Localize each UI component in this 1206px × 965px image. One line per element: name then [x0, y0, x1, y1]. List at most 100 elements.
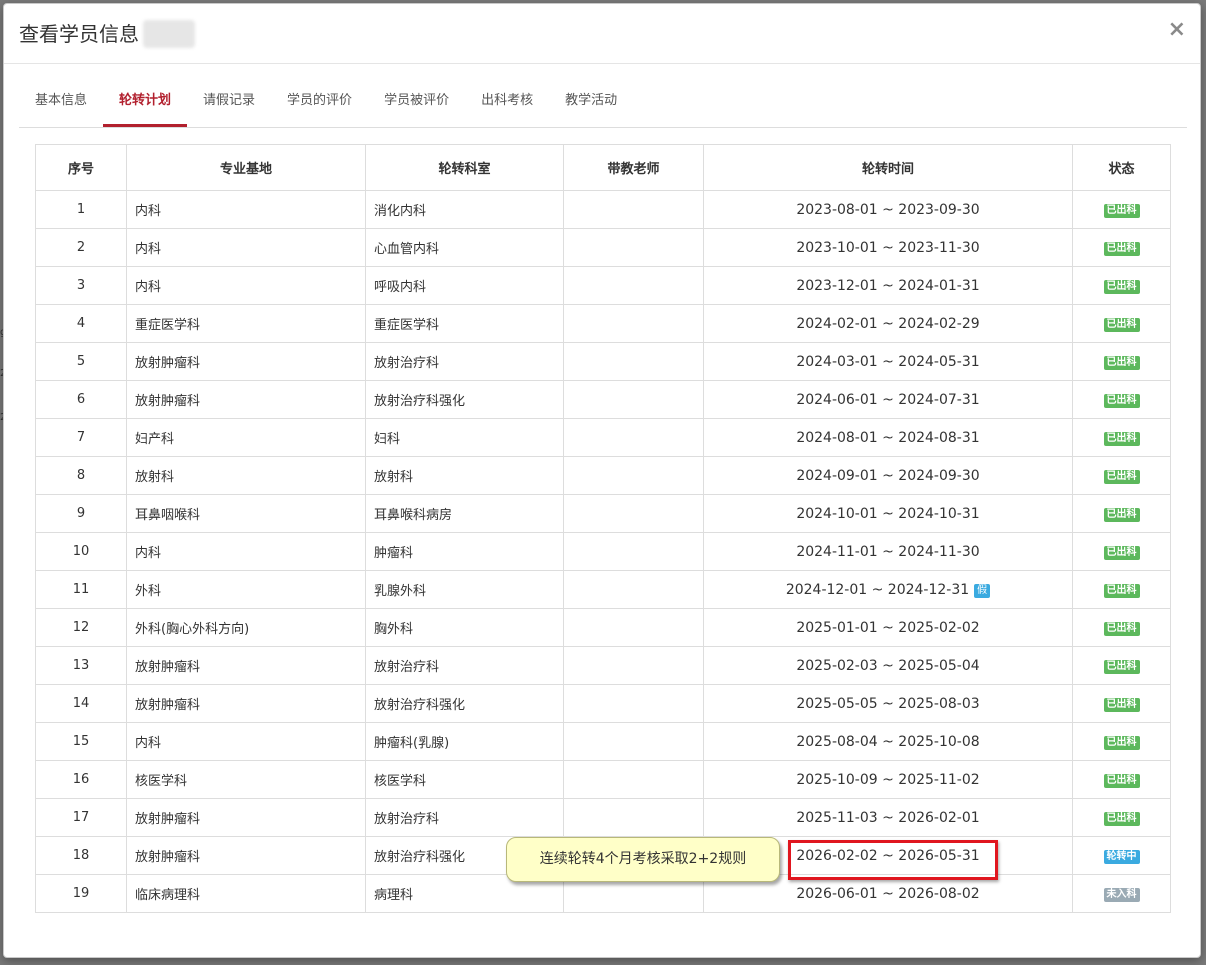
professional-base: 内科 [126, 532, 366, 571]
rotation-time: 2024-12-01 ~ 2024-12-31 [785, 581, 970, 598]
professional-base: 内科 [126, 190, 366, 229]
table-row: 8 放射科 放射科 2024-09-01 ~ 2024-09-30 已出科 [35, 456, 1171, 495]
status-badge: 已出科 [1103, 697, 1140, 712]
rotation-time-cell: 2024-12-01 ~ 2024-12-31 假 [703, 570, 1073, 609]
status-cell: 已出科 [1072, 228, 1171, 267]
rotation-time-cell: 2023-10-01 ~ 2023-11-30 [703, 228, 1073, 267]
professional-base: 放射肿瘤科 [126, 684, 366, 723]
tab-4[interactable]: 学员被评价 [368, 78, 465, 127]
status-badge: 已出科 [1103, 279, 1140, 294]
rotation-time: 2024-08-01 ~ 2024-08-31 [796, 429, 980, 446]
rotation-time-cell: 2025-10-09 ~ 2025-11-02 [703, 760, 1073, 799]
tab-0[interactable]: 基本信息 [19, 78, 103, 127]
tab-6[interactable]: 教学活动 [549, 78, 633, 127]
table-row: 16 核医学科 核医学科 2025-10-09 ~ 2025-11-02 已出科 [35, 760, 1171, 799]
rotation-time-cell: 2025-08-04 ~ 2025-10-08 [703, 722, 1073, 761]
rotation-time-cell: 2024-02-01 ~ 2024-02-29 [703, 304, 1073, 343]
status-badge: 已出科 [1103, 431, 1140, 446]
status-cell: 已出科 [1072, 798, 1171, 837]
table-row: 9 耳鼻咽喉科 耳鼻喉科病房 2024-10-01 ~ 2024-10-31 已出科 [35, 494, 1171, 533]
column-header: 轮转科室 [365, 144, 564, 191]
professional-base: 外科 [126, 570, 366, 609]
dialog-title: 查看学员信息 [19, 20, 195, 48]
tab-1[interactable]: 轮转计划 [103, 78, 188, 127]
rotation-time-cell: 2025-11-03 ~ 2026-02-01 [703, 798, 1073, 837]
status-badge: 已出科 [1103, 811, 1140, 826]
row-number: 19 [35, 874, 127, 913]
professional-base: 妇产科 [126, 418, 366, 457]
professional-base: 放射肿瘤科 [126, 836, 366, 875]
leave-badge[interactable]: 假 [974, 583, 991, 598]
row-number: 9 [35, 494, 127, 533]
blurred-student-name [143, 20, 195, 48]
rotation-time: 2023-08-01 ~ 2023-09-30 [796, 201, 980, 218]
status-cell: 已出科 [1072, 342, 1171, 381]
rotation-department: 放射治疗科 [365, 646, 564, 685]
teacher [563, 380, 704, 419]
status-cell: 已出科 [1072, 532, 1171, 571]
professional-base: 内科 [126, 228, 366, 267]
status-badge: 已出科 [1103, 545, 1140, 560]
teacher [563, 190, 704, 229]
table-row: 3 内科 呼吸内科 2023-12-01 ~ 2024-01-31 已出科 [35, 266, 1171, 305]
row-number: 15 [35, 722, 127, 761]
tab-3[interactable]: 学员的评价 [271, 78, 368, 127]
rotation-department: 放射治疗科 [365, 798, 564, 837]
teacher [563, 418, 704, 457]
rotation-time-cell: 2024-11-01 ~ 2024-11-30 [703, 532, 1073, 571]
status-badge: 已出科 [1103, 583, 1140, 598]
teacher [563, 342, 704, 381]
rotation-department: 心血管内科 [365, 228, 564, 267]
status-cell: 已出科 [1072, 684, 1171, 723]
status-badge: 已出科 [1103, 621, 1140, 636]
rotation-time-cell: 2023-12-01 ~ 2024-01-31 [703, 266, 1073, 305]
status-cell: 未入科 [1072, 874, 1171, 913]
rotation-time-cell: 2024-08-01 ~ 2024-08-31 [703, 418, 1073, 457]
row-number: 1 [35, 190, 127, 229]
rotation-time: 2024-09-01 ~ 2024-09-30 [796, 467, 980, 484]
status-cell: 已出科 [1072, 608, 1171, 647]
row-number: 14 [35, 684, 127, 723]
rotation-time: 2026-06-01 ~ 2026-08-02 [796, 885, 980, 902]
table-row: 13 放射肿瘤科 放射治疗科 2025-02-03 ~ 2025-05-04 已出科 [35, 646, 1171, 685]
row-number: 7 [35, 418, 127, 457]
teacher [563, 684, 704, 723]
rotation-department: 核医学科 [365, 760, 564, 799]
tab-bar: 基本信息 轮转计划 请假记录 学员的评价 学员被评价 出科考核 教学活动 [19, 78, 1187, 128]
status-badge: 已出科 [1103, 317, 1140, 332]
rotation-time: 2023-12-01 ~ 2024-01-31 [796, 277, 980, 294]
teacher [563, 608, 704, 647]
rotation-department: 胸外科 [365, 608, 564, 647]
student-info-dialog: 查看学员信息 × 基本信息 轮转计划 请假记录 学员的评价 学员被评价 出科考核 教学活动 … [3, 3, 1201, 958]
rotation-department: 放射治疗科强化 [365, 380, 564, 419]
rotation-time: 2025-10-09 ~ 2025-11-02 [796, 771, 980, 788]
teacher [563, 266, 704, 305]
status-cell: 已出科 [1072, 418, 1171, 457]
professional-base: 内科 [126, 722, 366, 761]
rotation-time: 2025-01-01 ~ 2025-02-02 [796, 619, 980, 636]
rotation-time-cell: 2025-05-05 ~ 2025-08-03 [703, 684, 1073, 723]
rotation-plan-table: 序号 专业基地 轮转科室 带教老师 轮转时间 状态 1 内科 消化内科 2023-08-01 ~… [35, 144, 1171, 913]
tab-2[interactable]: 请假记录 [187, 78, 271, 127]
rotation-department: 放射治疗科强化 [365, 684, 564, 723]
rotation-time: 2024-03-01 ~ 2024-05-31 [796, 353, 980, 370]
teacher [563, 722, 704, 761]
tab-5[interactable]: 出科考核 [465, 78, 549, 127]
close-button[interactable]: × [1168, 18, 1186, 42]
rotation-plan-table-wrapper: 序号 专业基地 轮转科室 带教老师 轮转时间 状态 1 内科 消化内科 2023-08-01 ~… [35, 144, 1171, 913]
rotation-time-cell: 2024-10-01 ~ 2024-10-31 [703, 494, 1073, 533]
professional-base: 放射肿瘤科 [126, 342, 366, 381]
status-cell: 已出科 [1072, 380, 1171, 419]
rotation-time-cell: 2024-03-01 ~ 2024-05-31 [703, 342, 1073, 381]
row-number: 17 [35, 798, 127, 837]
rotation-time: 2024-06-01 ~ 2024-07-31 [796, 391, 980, 408]
table-row: 12 外科(胸心外科方向) 胸外科 2025-01-01 ~ 2025-02-02 已出… [35, 608, 1171, 647]
table-row: 7 妇产科 妇科 2024-08-01 ~ 2024-08-31 已出科 [35, 418, 1171, 457]
rotation-time-cell: 2025-02-03 ~ 2025-05-04 [703, 646, 1073, 685]
row-number: 4 [35, 304, 127, 343]
row-number: 8 [35, 456, 127, 495]
rotation-time: 2024-11-01 ~ 2024-11-30 [796, 543, 980, 560]
row-number: 16 [35, 760, 127, 799]
professional-base: 重症医学科 [126, 304, 366, 343]
column-header: 状态 [1072, 144, 1171, 191]
